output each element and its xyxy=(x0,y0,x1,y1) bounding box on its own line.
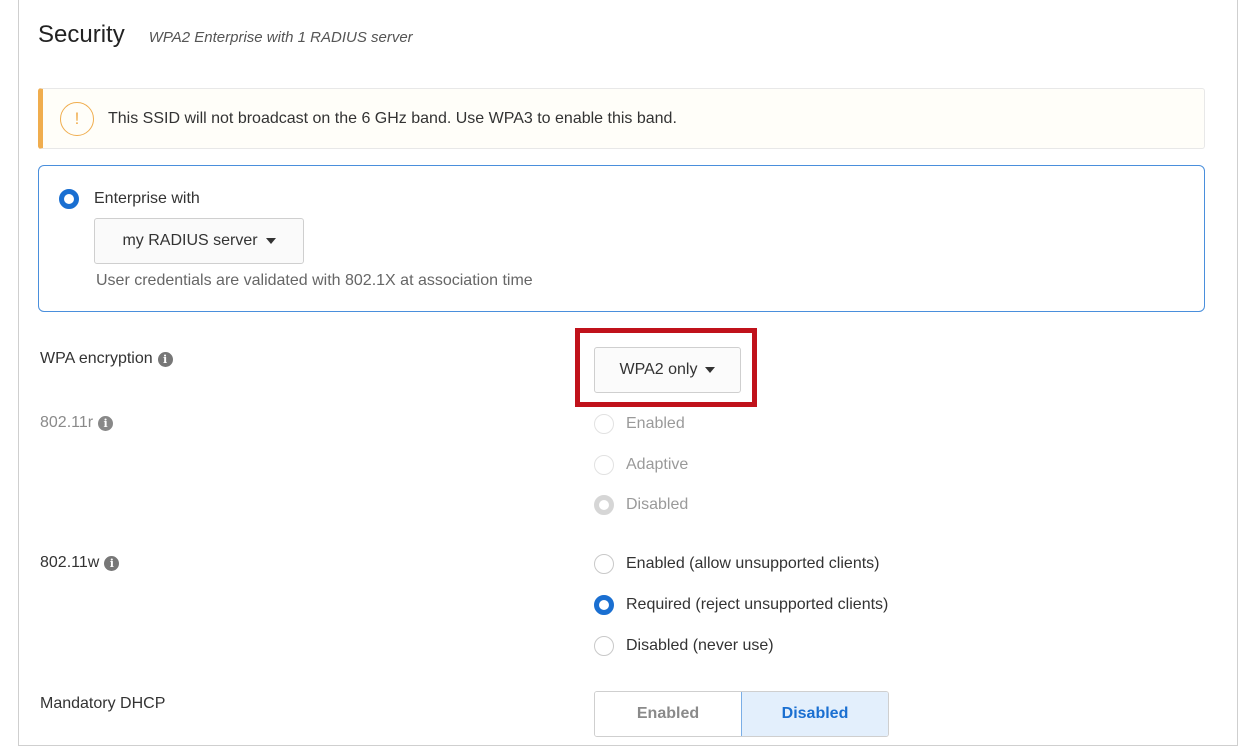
dot11w-option-disabled[interactable]: Disabled (never use) xyxy=(594,636,774,656)
dot11r-adaptive-radio xyxy=(594,455,614,475)
dot11w-option-enabled[interactable]: Enabled (allow unsupported clients) xyxy=(594,554,879,574)
section-header: Security WPA2 Enterprise with 1 RADIUS s… xyxy=(38,21,413,49)
dot11r-disabled-radio xyxy=(594,495,614,515)
info-icon[interactable]: i xyxy=(98,415,114,431)
mandatory-dhcp-label: Mandatory DHCP xyxy=(40,695,165,713)
info-icon[interactable]: i xyxy=(104,555,120,571)
warning-icon: ! xyxy=(60,101,94,136)
wpa-encryption-label-text: WPA encryption xyxy=(40,350,153,367)
info-icon[interactable]: i xyxy=(157,351,173,367)
radius-server-dropdown[interactable]: my RADIUS server xyxy=(94,218,304,264)
wpa-encryption-label: WPA encryption i xyxy=(40,350,173,368)
radius-server-value: my RADIUS server xyxy=(122,232,258,249)
mandatory-dhcp-label-text: Mandatory DHCP xyxy=(40,695,166,712)
dot11r-option-disabled: Disabled xyxy=(594,495,688,515)
dhcp-enabled-button[interactable]: Enabled xyxy=(595,692,741,736)
alert-message: This SSID will not broadcast on the 6 GH… xyxy=(108,109,677,127)
enterprise-option-card: Enterprise with my RADIUS server User cr… xyxy=(38,165,1205,312)
dot11r-option-enabled: Enabled xyxy=(594,414,685,434)
option-label: Required (reject unsupported clients) xyxy=(626,596,889,613)
enterprise-radio-row[interactable]: Enterprise with xyxy=(59,189,200,209)
caret-down-icon xyxy=(265,238,276,244)
option-label: Enabled (allow unsupported clients) xyxy=(626,555,880,572)
dot11w-option-required[interactable]: Required (reject unsupported clients) xyxy=(594,595,888,615)
wpa-encryption-dropdown[interactable]: WPA2 only xyxy=(594,347,741,393)
dot11r-option-adaptive: Adaptive xyxy=(594,455,688,475)
option-label: Adaptive xyxy=(626,456,689,473)
caret-down-icon xyxy=(705,367,716,373)
dot11w-required-radio[interactable] xyxy=(594,595,614,615)
dot11w-label-text: 802.11w xyxy=(40,554,100,571)
dot11w-enabled-radio[interactable] xyxy=(594,554,614,574)
option-label: Disabled xyxy=(626,496,689,513)
dot11r-label-text: 802.11r xyxy=(40,414,94,431)
band-warning-alert: ! This SSID will not broadcast on the 6 … xyxy=(38,88,1205,149)
dot11w-label: 802.11w i xyxy=(40,554,120,572)
page-title: Security xyxy=(38,21,125,48)
dot11r-label: 802.11r i xyxy=(40,414,114,432)
mandatory-dhcp-toggle: Enabled Disabled xyxy=(594,691,889,737)
enterprise-help-text: User credentials are validated with 802.… xyxy=(96,272,533,289)
dot11r-enabled-radio xyxy=(594,414,614,434)
dot11w-disabled-radio[interactable] xyxy=(594,636,614,656)
page-subtitle: WPA2 Enterprise with 1 RADIUS server xyxy=(148,29,413,46)
option-label: Disabled (never use) xyxy=(626,637,774,654)
enterprise-label: Enterprise with xyxy=(94,190,200,207)
wpa-encryption-value: WPA2 only xyxy=(619,361,698,378)
enterprise-radio[interactable] xyxy=(59,189,79,209)
dhcp-disabled-button[interactable]: Disabled xyxy=(741,692,888,736)
option-label: Enabled xyxy=(626,415,685,432)
